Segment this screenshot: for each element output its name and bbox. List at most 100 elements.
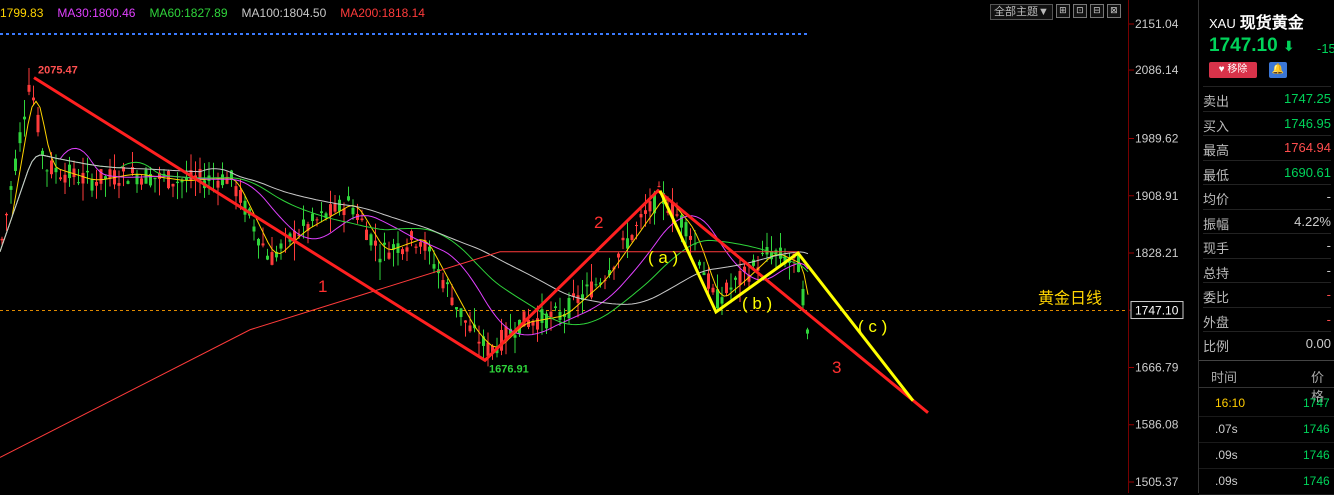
remove-watchlist-button[interactable]: ♥ 移除 xyxy=(1209,62,1257,78)
candle-body xyxy=(617,253,620,258)
candle-body xyxy=(594,284,598,286)
last-price: 1747.10 ⬇ xyxy=(1209,35,1295,56)
signal-dot xyxy=(594,33,597,35)
quote-panel: XAU现货黄金 1747.10 ⬇ -15.9 ♥ 移除 🔔 卖出 1747.25… xyxy=(1198,0,1334,495)
candle-body xyxy=(567,298,571,319)
signal-dot xyxy=(450,33,453,35)
candle-body xyxy=(234,186,238,197)
signal-dot xyxy=(288,33,291,35)
candle-body xyxy=(801,288,805,306)
signal-dot xyxy=(12,33,15,35)
signal-dot xyxy=(30,33,33,35)
candle-body xyxy=(414,246,418,248)
candle-body xyxy=(90,179,94,191)
trade-row: .09s 1746 xyxy=(1199,468,1334,495)
candle-body xyxy=(329,204,332,216)
quote-value: - xyxy=(1326,311,1331,327)
signal-dot xyxy=(42,33,45,35)
signal-dot xyxy=(168,33,171,35)
candle-body xyxy=(23,116,26,120)
signal-dot xyxy=(456,33,459,35)
signal-dot xyxy=(624,33,627,35)
candle-body xyxy=(239,189,242,203)
candle-body xyxy=(657,186,661,188)
trade-price: 1746 xyxy=(1303,474,1330,488)
candle-body xyxy=(14,158,17,171)
candle-body xyxy=(711,287,715,293)
price-axis xyxy=(1128,0,1199,493)
candle-body xyxy=(554,306,557,308)
quote-row: 均价 - xyxy=(1203,184,1331,209)
alert-bell-icon[interactable]: 🔔 xyxy=(1269,62,1287,78)
quote-row: 现手 - xyxy=(1203,233,1331,258)
candle-body xyxy=(72,168,76,178)
add-window-icon[interactable]: ⊞ xyxy=(1055,4,1070,18)
signal-dot xyxy=(48,33,51,35)
candle-body xyxy=(707,273,710,289)
quote-value: 1690.61 xyxy=(1284,164,1331,180)
signal-dot xyxy=(642,33,645,35)
candle-body xyxy=(81,172,85,184)
candle-body xyxy=(644,210,647,214)
signal-dot xyxy=(696,33,699,35)
quote-row: 买入 1746.95 xyxy=(1203,110,1331,136)
signal-dot xyxy=(18,33,21,35)
candle-body xyxy=(302,219,305,226)
signal-dot xyxy=(516,33,519,35)
price-chart[interactable]: 2151.042086.141989.621908.911828.211747.… xyxy=(0,0,1198,493)
signal-dot xyxy=(504,33,507,35)
signal-dot xyxy=(798,33,801,35)
quote-value: - xyxy=(1326,189,1331,204)
signal-dot xyxy=(744,33,747,35)
signal-dot xyxy=(162,33,165,35)
quote-key: 卖出 xyxy=(1203,94,1230,109)
ma-legend-item: MA60:1827.89 xyxy=(149,6,228,20)
signal-dot xyxy=(258,33,261,35)
signal-dot xyxy=(420,33,423,35)
signal-dot xyxy=(150,33,153,35)
candle-body xyxy=(689,235,692,240)
candle-body xyxy=(549,311,553,318)
signal-dot xyxy=(462,33,465,35)
signal-dot xyxy=(792,33,795,35)
quote-row: 外盘 - xyxy=(1203,306,1331,332)
candle-body xyxy=(725,282,728,294)
candle-body xyxy=(9,186,13,190)
signal-dot xyxy=(756,33,759,35)
quote-value: 1764.94 xyxy=(1284,140,1331,155)
quote-value: 0.00 xyxy=(1305,336,1331,351)
reference-line-label: 黄金日线 xyxy=(1038,289,1102,308)
trade-row: 16:10 1747 xyxy=(1199,390,1334,417)
signal-dot xyxy=(738,33,741,35)
quote-row: 总持 - xyxy=(1203,257,1331,283)
ma-legend-item: MA30:1800.46 xyxy=(57,6,136,20)
minimize-window-icon[interactable]: ⊟ xyxy=(1089,4,1104,18)
candle-body xyxy=(387,252,391,259)
signal-dot xyxy=(438,33,441,35)
quote-value: 1747.25 xyxy=(1284,91,1331,106)
restore-window-icon[interactable]: ⊡ xyxy=(1072,4,1087,18)
signal-dot xyxy=(156,33,159,35)
signal-dot xyxy=(396,33,399,35)
candle-body xyxy=(576,295,580,303)
candle-body xyxy=(639,214,643,218)
signal-dot xyxy=(378,33,381,35)
candle-body xyxy=(320,211,323,214)
signal-dot xyxy=(726,33,729,35)
candle-body xyxy=(716,289,719,309)
candle-body xyxy=(311,213,314,222)
ma-legend-item: 1799.83 xyxy=(0,6,44,20)
signal-dot xyxy=(444,33,447,35)
quote-key: 均价 xyxy=(1203,192,1230,207)
candle-body xyxy=(198,168,202,179)
signal-dot xyxy=(204,33,207,35)
signal-dot xyxy=(210,33,213,35)
signal-dot xyxy=(336,33,339,35)
quote-key: 现手 xyxy=(1203,241,1230,256)
quote-key: 外盘 xyxy=(1203,314,1230,330)
ma-legend-item: MA100:1804.50 xyxy=(241,6,327,20)
signal-dot xyxy=(312,33,315,35)
theme-selector-button[interactable]: 全部主题▼ xyxy=(990,4,1053,20)
signal-dot xyxy=(324,33,327,35)
close-window-icon[interactable]: ⊠ xyxy=(1106,4,1121,18)
